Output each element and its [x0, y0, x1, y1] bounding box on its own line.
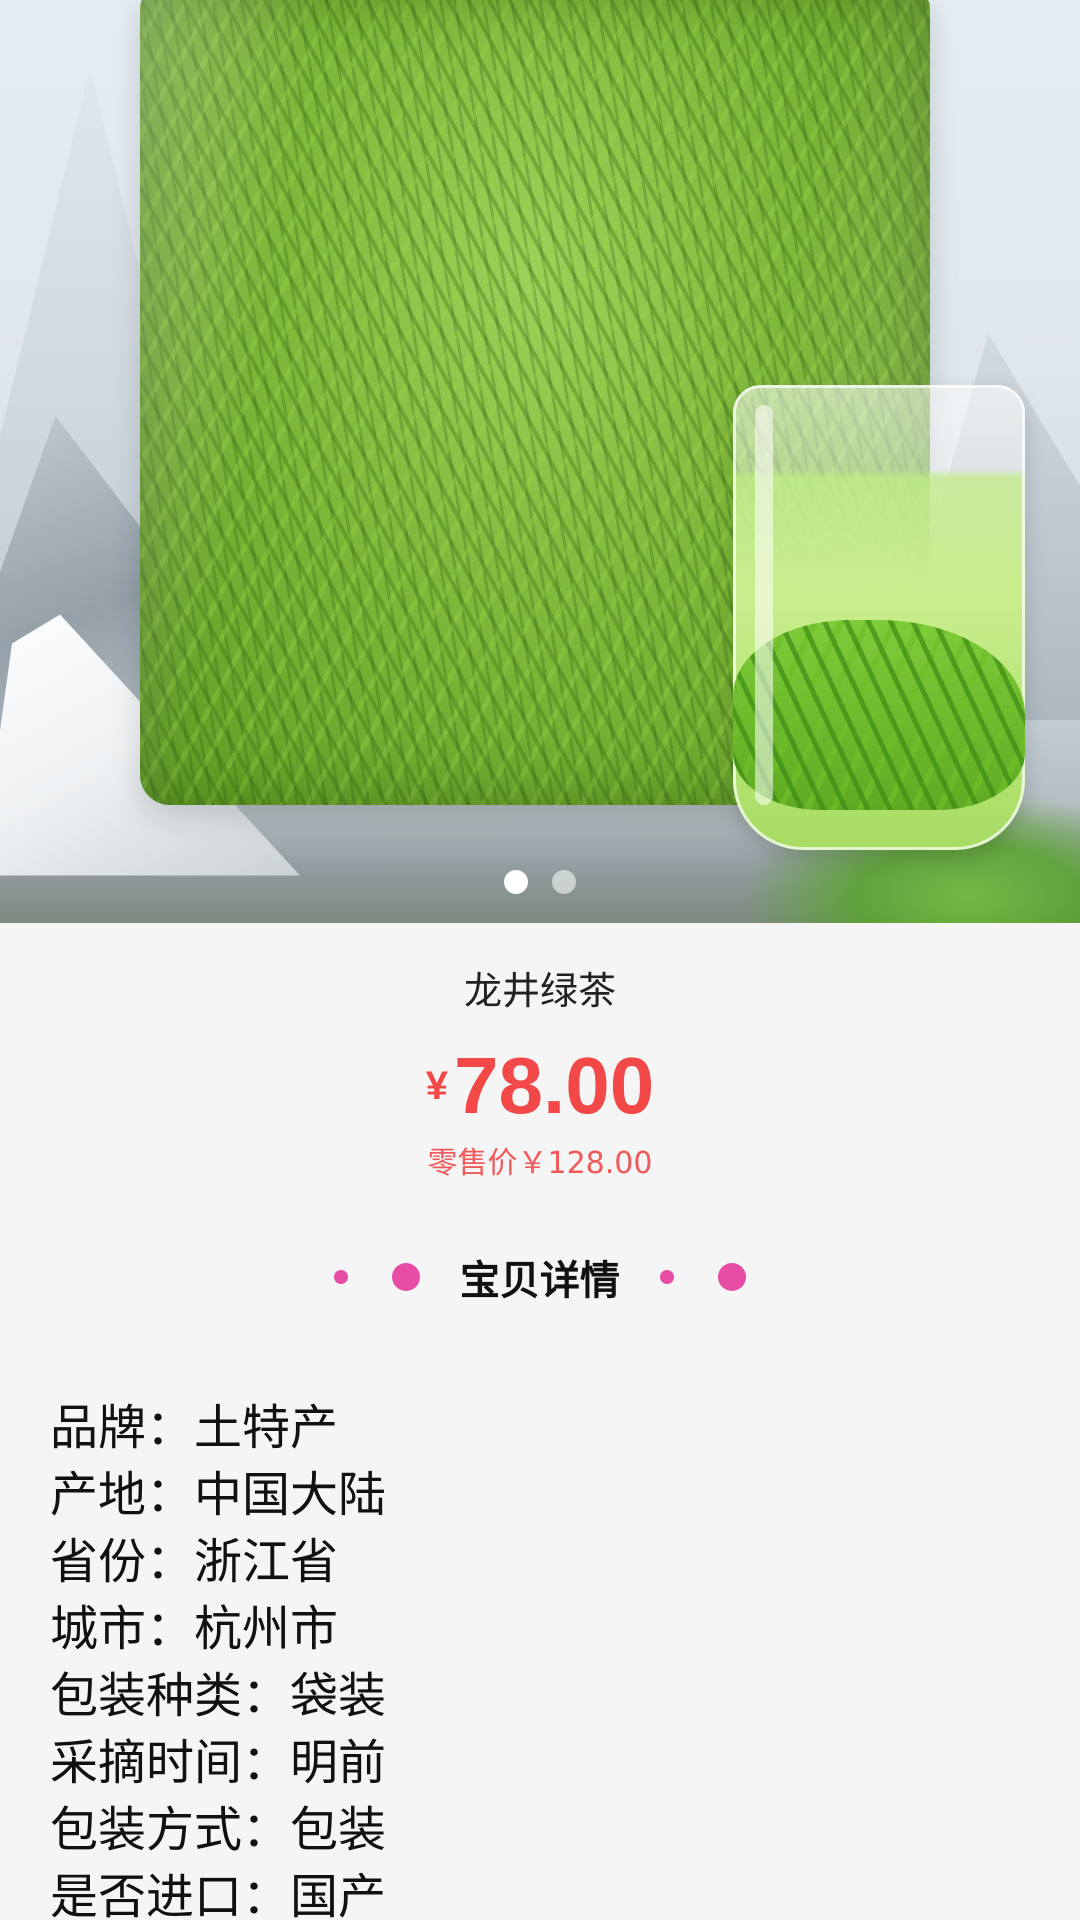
attribute-row: 品牌：土特产: [50, 1395, 386, 1462]
attribute-row: 包装种类：袋装: [50, 1663, 386, 1730]
price-row: ¥78.00: [0, 1040, 1080, 1132]
decor-dot-icon: [718, 1263, 746, 1291]
tea-glass-image: [733, 385, 1025, 850]
glass-highlight: [755, 405, 773, 805]
attribute-row: 是否进口：国产: [50, 1864, 386, 1920]
attribute-value: 明前: [290, 1735, 387, 1791]
attribute-value: 袋装: [290, 1668, 387, 1724]
attribute-value: 包装: [290, 1802, 387, 1858]
decor-dot-icon: [334, 1270, 348, 1284]
carousel-indicator: [0, 870, 1080, 894]
attribute-row: 产地：中国大陆: [50, 1462, 386, 1529]
attribute-row: 城市：杭州市: [50, 1596, 386, 1663]
attribute-value: 土特产: [194, 1400, 339, 1456]
product-attributes-list: 品牌：土特产 产地：中国大陆 省份：浙江省 城市：杭州市 包装种类：袋装 采摘时…: [50, 1395, 386, 1920]
product-detail-page: 龙井绿茶 ¥78.00 零售价￥128.00 宝贝详情 品牌：土特产 产地：中国…: [0, 0, 1080, 1920]
attribute-label: 省份：: [50, 1534, 195, 1590]
attribute-value: 中国大陆: [194, 1467, 387, 1523]
attribute-label: 产地：: [50, 1467, 195, 1523]
attribute-label: 品牌：: [50, 1400, 195, 1456]
carousel-dot-1[interactable]: [504, 870, 528, 894]
currency-symbol: ¥: [425, 1064, 449, 1108]
attribute-value: 国产: [290, 1869, 387, 1920]
attribute-label: 包装方式：: [50, 1802, 291, 1858]
glass-tea-leaves: [733, 620, 1025, 810]
product-title: 龙井绿茶: [463, 969, 616, 1013]
attribute-label: 采摘时间：: [50, 1735, 291, 1791]
decor-dot-icon: [660, 1270, 674, 1284]
section-title: 宝贝详情: [460, 1258, 620, 1304]
attribute-value: 杭州市: [194, 1601, 339, 1657]
attribute-label: 包装种类：: [50, 1668, 291, 1724]
sale-price: 78.00: [454, 1041, 655, 1130]
details-section-header: 宝贝详情: [0, 1248, 1080, 1306]
attribute-value: 浙江省: [194, 1534, 339, 1590]
decor-dot-icon: [392, 1263, 420, 1291]
product-image-carousel[interactable]: [0, 0, 1080, 923]
attribute-row: 包装方式：包装: [50, 1797, 386, 1864]
retail-price: 零售价￥128.00: [427, 1146, 653, 1181]
carousel-dot-2[interactable]: [552, 870, 576, 894]
attribute-row: 采摘时间：明前: [50, 1730, 386, 1797]
attribute-label: 城市：: [50, 1601, 195, 1657]
attribute-row: 省份：浙江省: [50, 1529, 386, 1596]
attribute-label: 是否进口：: [50, 1869, 291, 1920]
